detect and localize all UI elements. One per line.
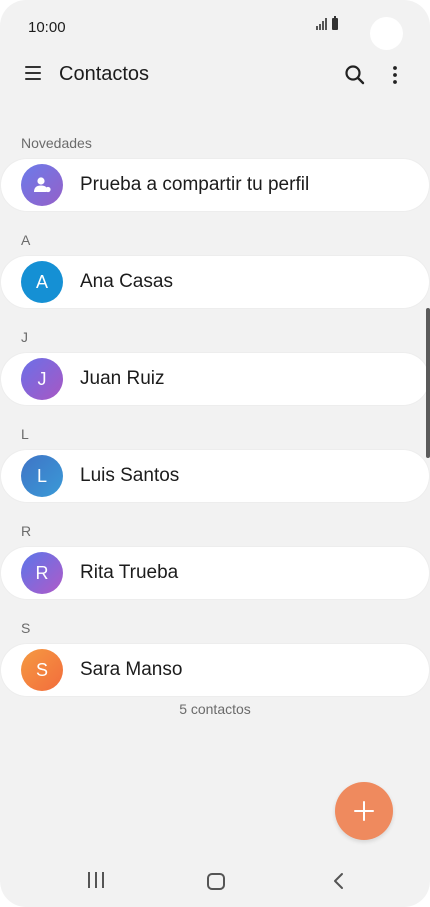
camera-cutout xyxy=(370,17,403,50)
share-profile-card[interactable]: Prueba a compartir tu perfil xyxy=(1,159,429,211)
section-header-novedades: Novedades xyxy=(21,135,92,151)
contact-name: Juan Ruiz xyxy=(80,368,165,389)
back-icon[interactable] xyxy=(332,872,344,890)
contact-item-ana-casas[interactable]: A Ana Casas xyxy=(1,256,429,308)
status-icons xyxy=(316,16,338,30)
search-icon[interactable] xyxy=(344,64,366,86)
battery-icon xyxy=(332,16,338,30)
contact-item-luis-santos[interactable]: L Luis Santos xyxy=(1,450,429,502)
contact-name: Rita Trueba xyxy=(80,562,179,583)
contact-item-juan-ruiz[interactable]: J Juan Ruiz xyxy=(1,353,429,405)
scrollbar[interactable] xyxy=(426,308,430,458)
contact-name: Sara Manso xyxy=(80,659,183,680)
avatar: L xyxy=(21,455,63,497)
contact-count: 5 contactos xyxy=(179,701,251,717)
phone-screen: 10:00 Contactos Novedades Prueba a compa… xyxy=(0,0,430,907)
page-title: Contactos xyxy=(59,63,150,85)
share-profile-label: Prueba a compartir tu perfil xyxy=(80,174,310,195)
navigation-bar xyxy=(0,857,430,907)
contact-item-rita-trueba[interactable]: R Rita Trueba xyxy=(1,547,429,599)
section-header-a: A xyxy=(21,232,31,248)
more-options-icon[interactable] xyxy=(384,64,406,86)
avatar: J xyxy=(21,358,63,400)
section-header-r: R xyxy=(21,523,32,539)
hamburger-menu-icon[interactable] xyxy=(25,66,41,80)
section-header-s: S xyxy=(21,620,31,636)
avatar: A xyxy=(21,261,63,303)
home-icon[interactable] xyxy=(207,873,225,890)
status-bar: 10:00 xyxy=(0,0,430,54)
signal-icon xyxy=(316,18,327,30)
status-time: 10:00 xyxy=(28,19,66,36)
avatar: S xyxy=(21,649,63,691)
avatar: R xyxy=(21,552,63,594)
contact-item-sara-manso[interactable]: S Sara Manso xyxy=(1,644,429,696)
contact-name: Ana Casas xyxy=(80,271,173,292)
add-contact-button[interactable] xyxy=(335,782,393,840)
contact-name: Luis Santos xyxy=(80,465,180,486)
section-header-j: J xyxy=(21,329,28,345)
section-header-l: L xyxy=(21,426,29,442)
app-bar: Contactos xyxy=(0,50,430,100)
share-profile-icon xyxy=(21,164,63,206)
recent-apps-icon[interactable] xyxy=(88,872,104,888)
